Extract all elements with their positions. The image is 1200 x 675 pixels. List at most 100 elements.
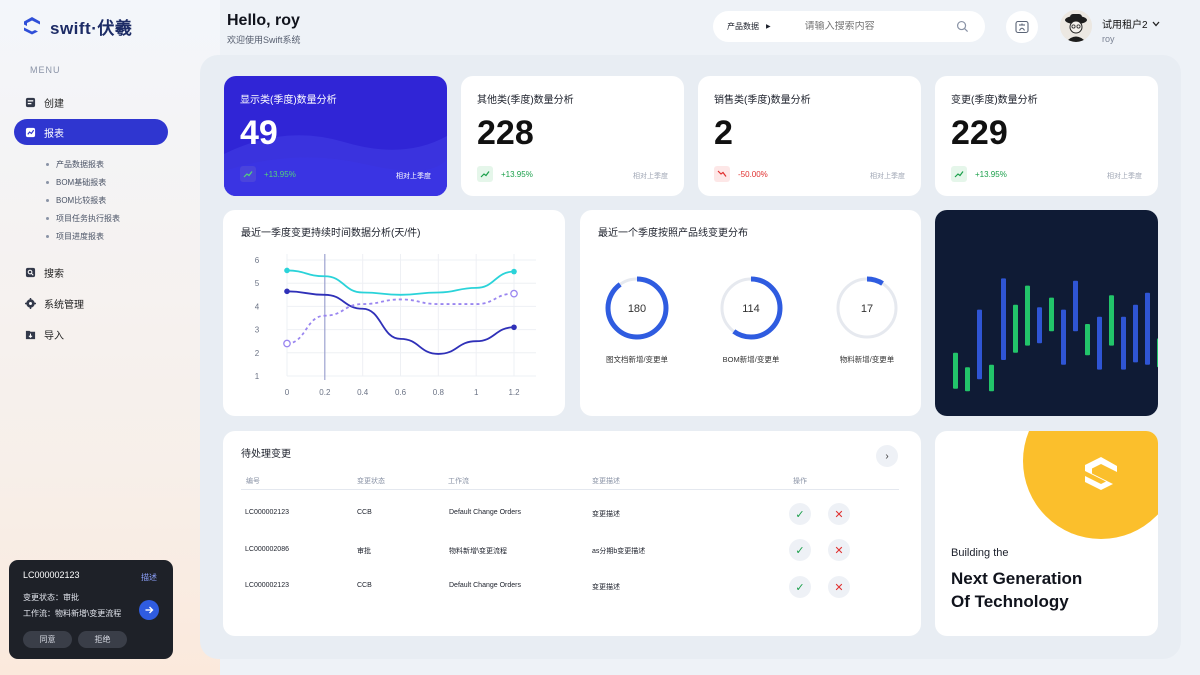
reject-x-button[interactable]: ✕ <box>828 503 850 525</box>
nav-label: 报表 <box>44 128 64 140</box>
stat-card-sales[interactable]: 销售类(季度)数量分析 2 -50.00% 相对上季度 <box>698 76 921 196</box>
chart-icon <box>25 127 36 137</box>
stat-value: 228 <box>477 114 534 152</box>
view-more-button[interactable]: › <box>876 445 898 467</box>
approve-button[interactable]: 同意 <box>23 631 72 648</box>
cell-workflow: Default Change Orders <box>449 582 521 589</box>
chevron-right-icon: › <box>885 450 889 462</box>
submenu-item-bom-compare[interactable]: BOM比较报表 <box>46 191 120 209</box>
cell-code: LC000002123 <box>245 582 289 589</box>
import-icon <box>25 330 36 339</box>
reject-x-button[interactable]: ✕ <box>828 539 850 561</box>
submenu-item-task-execution[interactable]: 项目任务执行报表 <box>46 209 120 227</box>
submenu-item-project-progress[interactable]: 项目进度报表 <box>46 227 120 245</box>
candle-bar <box>1049 297 1054 332</box>
line-chart[interactable]: 1 2 3 4 5 6 0 0.2 0.4 0.6 0.8 1 1.2 <box>223 210 565 416</box>
x-tick-label: 0 <box>285 388 290 397</box>
swift-logo-icon <box>24 16 40 34</box>
approve-check-button[interactable]: ✓ <box>789 539 811 561</box>
donut-value: 114 <box>742 303 760 315</box>
stat-title: 变更(季度)数量分析 <box>951 95 1038 106</box>
stat-change: -50.00% <box>738 170 768 179</box>
y-tick-label: 1 <box>255 372 260 381</box>
nav-item-create[interactable]: 创建 <box>14 89 168 115</box>
trend-up-icon <box>951 166 967 182</box>
stat-value: 2 <box>714 114 733 152</box>
greeting-subtitle: 欢迎使用Swift系统 <box>227 35 301 45</box>
arrow-right-icon <box>145 606 154 614</box>
reject-x-button[interactable]: ✕ <box>828 576 850 598</box>
submenu-label: 项目进度报表 <box>56 231 104 241</box>
candle-bar <box>953 352 958 389</box>
candle-bar <box>1157 338 1158 368</box>
candle-bar <box>1037 307 1042 344</box>
y-tick-label: 5 <box>255 279 260 288</box>
nav-item-system-admin[interactable]: 系统管理 <box>14 290 168 316</box>
submenu-label: 项目任务执行报表 <box>56 213 120 223</box>
pending-changes-table: 待处理变更 › 编号 变更状态 工作流 变更描述 操作 LC000002123 … <box>223 431 921 636</box>
y-tick-label: 6 <box>255 256 260 265</box>
open-change-button[interactable] <box>139 600 159 620</box>
column-header: 编号 <box>246 478 260 485</box>
series-end-point <box>511 324 517 331</box>
close-icon: ✕ <box>834 544 844 557</box>
submenu-label: BOM比较报表 <box>56 195 107 205</box>
cell-description: as分期b变更描述 <box>592 548 646 555</box>
column-header: 工作流 <box>448 478 469 485</box>
table-divider <box>241 489 899 490</box>
nav-item-import[interactable]: 导入 <box>14 321 168 347</box>
pending-change-card: LC000002123 描述 变更状态：审批 工作流：物料新增\变更流程 同意 … <box>9 560 173 659</box>
stat-card-other[interactable]: 其他类(季度)数量分析 228 +13.95% 相对上季度 <box>461 76 684 196</box>
donut-value: 17 <box>861 303 873 315</box>
nav-item-search[interactable]: 搜索 <box>14 259 168 285</box>
donut-label: 物料新增/变更单 <box>840 354 895 364</box>
cell-description: 变更描述 <box>592 511 620 518</box>
x-tick-label: 1 <box>474 388 479 397</box>
cell-description: 变更描述 <box>592 584 620 591</box>
nav-label: 搜索 <box>44 268 64 280</box>
change-status: 变更状态：审批 <box>23 593 79 602</box>
donut-charts[interactable]: 180 图文档新增/变更单 114 BOM新增/变更单 17 物料新增/变更单 <box>580 210 921 416</box>
submenu-item-bom-basic[interactable]: BOM基础报表 <box>46 173 120 191</box>
series-end-point <box>510 289 518 298</box>
duration-line-chart-card: 最近一季度变更持续时间数据分析(天/件) 1 2 3 4 5 6 0 0.2 0.4 0.6 0.8… <box>223 210 565 416</box>
x-tick-label: 0.6 <box>395 388 407 397</box>
promo-line-3: Of Technology <box>951 592 1069 611</box>
description-link[interactable]: 描述 <box>141 572 157 583</box>
report-submenu: 产品数据报表 BOM基础报表 BOM比较报表 项目任务执行报表 项目进度报表 <box>46 155 120 245</box>
logo[interactable]: swift·伏羲 <box>22 14 132 39</box>
bullet-icon <box>46 234 49 238</box>
promo-line-1: Building the <box>951 547 1009 559</box>
submenu-item-product-data[interactable]: 产品数据报表 <box>46 155 120 173</box>
avatar[interactable] <box>1060 10 1092 42</box>
nav-label: 系统管理 <box>44 299 84 311</box>
close-icon: ✕ <box>834 508 844 521</box>
close-icon: ✕ <box>834 581 844 594</box>
translate-button[interactable] <box>1006 11 1038 43</box>
bullet-icon <box>46 180 49 184</box>
reject-button[interactable]: 拒绝 <box>78 631 127 648</box>
donut-label: 图文档新增/变更单 <box>606 354 669 364</box>
brand-name: swift·伏羲 <box>50 19 133 38</box>
trend-down-icon <box>714 166 730 182</box>
sidebar: swift·伏羲 MENU 创建 报表 产品数据报表 BOM基础报表 BOM比较… <box>0 0 185 675</box>
nav-item-reports[interactable]: 报表 <box>14 119 168 145</box>
x-tick-label: 0.8 <box>433 388 445 397</box>
search-category-dropdown[interactable]: 产品数据 ▶ <box>727 21 771 32</box>
table-title: 待处理变更 <box>241 449 291 460</box>
search-icon[interactable] <box>956 20 969 33</box>
global-search: 产品数据 ▶ <box>713 11 985 42</box>
stat-compare-label: 相对上季度 <box>396 173 431 180</box>
user-menu[interactable]: 试用租户2 roy <box>1102 16 1160 44</box>
stat-card-display[interactable]: 显示类(季度)数量分析 49 +13.95% 相对上季度 <box>224 76 447 196</box>
cell-code: LC000002086 <box>245 546 289 553</box>
tenant-switcher[interactable]: 试用租户2 <box>1102 16 1160 31</box>
search-input[interactable] <box>804 21 935 32</box>
user-avatar-icon <box>1060 10 1092 42</box>
stat-card-change[interactable]: 变更(季度)数量分析 229 +13.95% 相对上季度 <box>935 76 1158 196</box>
candle-bar <box>1121 316 1126 370</box>
candle-bar <box>1109 295 1114 346</box>
approve-check-button[interactable]: ✓ <box>789 576 811 598</box>
user-name: roy <box>1102 34 1115 44</box>
approve-check-button[interactable]: ✓ <box>789 503 811 525</box>
